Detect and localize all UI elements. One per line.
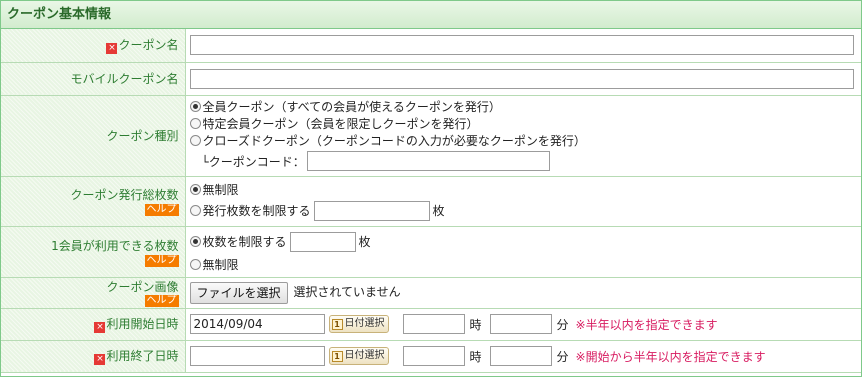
start-hour-input[interactable] xyxy=(402,314,465,334)
image-label: クーポン画像 ヘルプ xyxy=(1,277,186,309)
help-badge[interactable]: ヘルプ xyxy=(144,254,179,267)
start-minute-input[interactable] xyxy=(489,314,552,334)
coupon-name-label-text: クーポン名 xyxy=(118,38,179,53)
end-date-picker-button[interactable]: 1 日付選択 xyxy=(328,347,389,365)
row-coupon-name: × クーポン名 xyxy=(1,29,861,63)
total-count-cell: 無制限 発行枚数を制限する 枚 xyxy=(185,176,862,227)
end-minute-input[interactable] xyxy=(489,346,552,366)
end-hour-input[interactable] xyxy=(402,346,465,366)
row-mobile-name: モバイルクーポン名 xyxy=(1,62,861,96)
coupon-type-label-text: クーポン種別 xyxy=(106,129,179,143)
coupon-type-option-closed[interactable]: クローズドクーポン（クーポンコードの入力が必要なクーポンを発行） xyxy=(189,132,862,149)
section-title: クーポン基本情報 xyxy=(1,1,861,29)
row-end: × 利用終了日時 1 日付選択 時 分 ※開始から半年以内を指定できます xyxy=(1,340,862,373)
radio-icon[interactable] xyxy=(189,118,201,129)
end-hour-unit: 時 xyxy=(469,349,482,364)
coupon-code-input[interactable] xyxy=(306,151,550,171)
end-cell: 1 日付選択 時 分 ※開始から半年以内を指定できます xyxy=(185,340,862,373)
radio-icon[interactable] xyxy=(189,236,201,247)
help-badge[interactable]: ヘルプ xyxy=(144,204,179,216)
radio-icon[interactable] xyxy=(189,101,201,112)
coupon-type-cell: 全員クーポン（すべての会員が使えるクーポンを発行） 特定会員クーポン（会員を限定… xyxy=(185,95,862,177)
radio-icon[interactable] xyxy=(189,135,201,146)
start-label-text: 利用開始日時 xyxy=(106,317,179,331)
end-label-text: 利用終了日時 xyxy=(106,349,179,363)
per-member-option-limit-label: 枚数を制限する xyxy=(202,235,287,249)
coupon-type-option-specific-label: 特定会員クーポン（会員を限定しクーポンを発行） xyxy=(202,117,479,131)
help-badge[interactable]: ヘルプ xyxy=(144,295,179,307)
image-cell: ファイルを選択 選択されていません xyxy=(185,277,861,309)
start-minute-unit: 分 xyxy=(556,317,569,332)
per-member-cell: 枚数を制限する 枚 無制限 xyxy=(185,226,862,278)
total-count-option-limit-label: 発行枚数を制限する xyxy=(202,204,311,218)
per-member-option-unlimited[interactable]: 無制限 xyxy=(189,254,862,274)
calendar-icon: 1 xyxy=(331,319,343,330)
coupon-form-table: × クーポン名 モバイルクーポン名 クーポン種別 全員クーポン（すべての会員が使… xyxy=(1,29,861,373)
row-total-count: クーポン発行総枚数 ヘルプ 無制限 発行枚数を制限する 枚 xyxy=(1,176,862,227)
mobile-name-cell xyxy=(185,62,861,96)
per-member-unit: 枚 xyxy=(358,235,371,249)
choose-file-button[interactable]: ファイルを選択 xyxy=(189,281,288,304)
total-count-option-limit[interactable]: 発行枚数を制限する 枚 xyxy=(189,199,862,223)
required-icon: × xyxy=(94,322,106,333)
required-icon: × xyxy=(94,354,106,365)
total-count-option-unlimited-label: 無制限 xyxy=(202,182,239,197)
start-date-input[interactable] xyxy=(189,314,325,334)
per-member-input[interactable] xyxy=(289,231,356,252)
end-inputs: 1 日付選択 時 分 ※開始から半年以内を指定できます xyxy=(189,346,862,366)
row-image: クーポン画像 ヘルプ ファイルを選択 選択されていません xyxy=(1,277,861,309)
end-minute-unit: 分 xyxy=(556,349,569,364)
per-member-option-limit[interactable]: 枚数を制限する 枚 xyxy=(189,229,862,254)
radio-icon[interactable] xyxy=(189,183,201,195)
per-member-label: 1会員が利用できる枚数 ヘルプ xyxy=(1,226,186,278)
total-count-option-unlimited[interactable]: 無制限 xyxy=(189,180,862,199)
row-start: ×利用開始日時 1日付選択 時 分 ※半年以内を指定できます xyxy=(1,308,862,341)
coupon-code-line: └クーポンコード： xyxy=(190,149,862,173)
required-icon: × xyxy=(106,43,118,55)
coupon-code-label: └クーポンコード： xyxy=(201,154,305,169)
calendar-icon: 1 xyxy=(331,351,343,362)
mobile-name-input[interactable] xyxy=(189,68,854,89)
coupon-type-label: クーポン種別 xyxy=(1,95,186,177)
start-label: × 利用開始日時 xyxy=(1,308,186,341)
coupon-name-cell xyxy=(185,29,861,63)
radio-icon[interactable] xyxy=(189,258,201,270)
coupon-basic-info-panel: クーポン基本情報 × クーポン名 モバイルクーポン名 クーポン種別 全員クーポン… xyxy=(0,0,862,377)
mobile-name-label-text: モバイルクーポン名 xyxy=(70,72,179,86)
per-member-option-unlimited-label: 無制限 xyxy=(202,257,239,272)
start-date-picker-label: 日付選択 xyxy=(344,318,385,329)
coupon-name-input[interactable] xyxy=(189,35,854,56)
file-status-text: 選択されていません xyxy=(293,285,401,299)
start-hour-unit: 時 xyxy=(469,317,482,332)
start-note: ※半年以内を指定できます xyxy=(575,317,718,332)
start-date-picker-button[interactable]: 1 日付選択 xyxy=(328,315,389,333)
coupon-name-label: × クーポン名 xyxy=(1,29,186,63)
end-label: × 利用終了日時 xyxy=(1,340,186,373)
coupon-type-option-all[interactable]: 全員クーポン（すべての会員が使えるクーポンを発行） xyxy=(189,98,862,115)
start-cell: 1日付選択 時 分 ※半年以内を指定できます xyxy=(185,308,862,341)
total-count-input[interactable] xyxy=(313,200,430,221)
total-count-label: クーポン発行総枚数 ヘルプ xyxy=(1,176,186,227)
coupon-type-option-closed-label: クローズドクーポン（クーポンコードの入力が必要なクーポンを発行） xyxy=(202,134,586,148)
coupon-type-option-all-label: 全員クーポン（すべての会員が使えるクーポンを発行） xyxy=(202,100,501,114)
row-coupon-type: クーポン種別 全員クーポン（すべての会員が使えるクーポンを発行） 特定会員クーポ… xyxy=(1,95,862,177)
total-count-unit: 枚 xyxy=(432,204,445,218)
radio-icon[interactable] xyxy=(189,205,201,216)
end-date-picker-label: 日付選択 xyxy=(344,350,385,361)
end-note: ※開始から半年以内を指定できます xyxy=(575,349,766,364)
end-date-input[interactable] xyxy=(189,346,325,366)
mobile-name-label: モバイルクーポン名 xyxy=(1,62,186,96)
start-inputs: 1日付選択 時 分 ※半年以内を指定できます xyxy=(189,314,862,334)
coupon-type-option-specific[interactable]: 特定会員クーポン（会員を限定しクーポンを発行） xyxy=(189,115,862,132)
row-per-member: 1会員が利用できる枚数 ヘルプ 枚数を制限する 枚 無制限 xyxy=(1,226,862,278)
